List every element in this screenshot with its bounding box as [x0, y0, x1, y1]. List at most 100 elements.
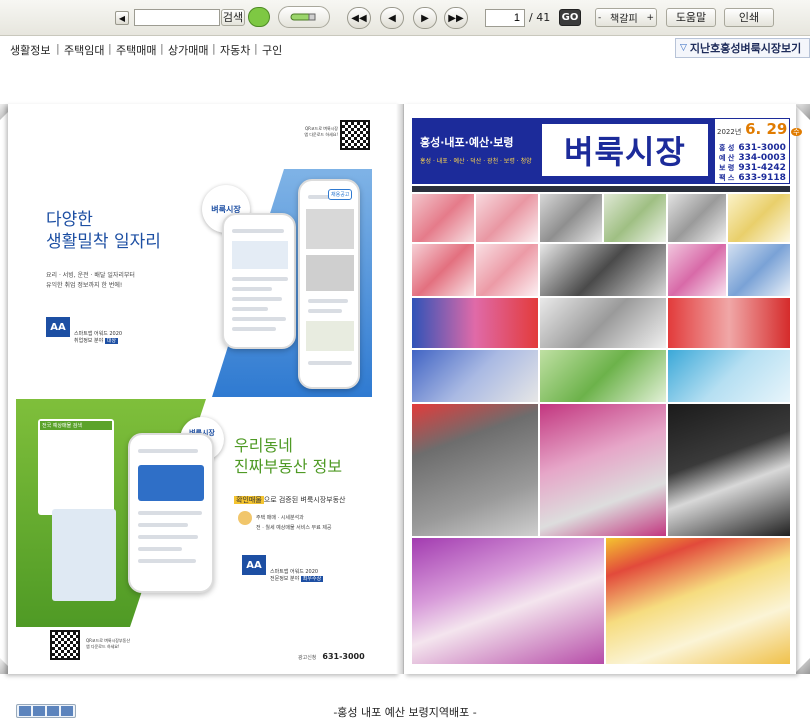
toggle-view-button[interactable]: [278, 6, 330, 28]
masthead-title: 벼룩시장: [564, 133, 686, 171]
jobs-ad: 다양한 생활밀착 일자리 요리 · 서빙, 운전 · 배달 일자리부터 유익한 …: [16, 169, 372, 397]
classified-ad[interactable]: [540, 244, 666, 296]
classified-ad[interactable]: [668, 244, 726, 296]
ad-phone: 광고신청 631-3000: [298, 652, 365, 661]
classified-ad[interactable]: [540, 350, 666, 402]
subline: 으로 검증된 벼룩시장부동산: [263, 496, 346, 504]
award-tag: 최우수상: [300, 576, 324, 582]
ad-body: 요리 · 서빙, 운전 · 배달 일자리부터 유익한 취업 정보까지 한 번에!: [46, 271, 135, 291]
menu-item-house-rent[interactable]: 주택임대: [64, 42, 104, 58]
classified-ad[interactable]: [668, 194, 726, 242]
classified-ad[interactable]: [728, 244, 790, 296]
last-page-icon[interactable]: ▶▶: [444, 7, 468, 29]
help-button[interactable]: 도움말: [666, 8, 716, 27]
award-line: 취업정보 분야: [74, 338, 104, 344]
body-line: 요리 · 서빙, 운전 · 배달 일자리부터: [46, 272, 135, 279]
issue-day: 수: [791, 128, 802, 136]
classified-ad[interactable]: [668, 404, 790, 536]
classified-ad[interactable]: [540, 298, 666, 348]
page-curl-bottom-right[interactable]: [794, 658, 810, 674]
menu-separator: |: [212, 42, 216, 55]
contact-row: 보 령 931-4242: [719, 163, 786, 173]
award-line: 스마트앱 어워드 2020: [270, 569, 319, 575]
classified-ad[interactable]: [540, 404, 666, 536]
next-page-icon[interactable]: ▶: [413, 7, 437, 29]
issue-date-md: 6. 29: [745, 120, 788, 138]
menu-item-car[interactable]: 자동차: [220, 42, 250, 58]
classified-ad[interactable]: [668, 350, 790, 402]
classified-ad[interactable]: [540, 194, 602, 242]
headline-line-1: 우리동네: [234, 436, 293, 455]
search-button[interactable]: 검색: [221, 9, 245, 26]
qr-caption-bottom: QR코드로 벼룩시장부동산 앱 다운로드 하세요!: [86, 638, 130, 650]
menu-item-house-sale[interactable]: 주택매매: [116, 42, 156, 58]
bullet-line: 주택 매매 · 시세분석과: [256, 515, 304, 521]
qr-code-bottom: [50, 630, 80, 660]
prev-page-icon[interactable]: ◀: [380, 7, 404, 29]
search-input[interactable]: [134, 9, 220, 26]
award-line: 전문정보 분야: [270, 576, 300, 582]
go-button[interactable]: GO: [559, 9, 581, 26]
issue-year: 2022년: [717, 128, 742, 136]
map-card: 전국 예상매물 검색: [38, 419, 114, 515]
classified-ad[interactable]: [606, 538, 790, 664]
qr-caption-line: 앱 다운로드 하세요!: [86, 644, 120, 649]
highlight-icon[interactable]: [248, 7, 270, 27]
index-ticker: [412, 186, 790, 192]
phone-mockup: [298, 179, 360, 389]
phone-label: 광고신청: [298, 655, 317, 661]
highlight-tag: 확인매물: [234, 496, 264, 504]
menu-item-living[interactable]: 생활정보: [10, 42, 50, 58]
classified-ad[interactable]: [412, 194, 474, 242]
category-menu: 생활정보 | 주택임대 | 주택매매 | 상가매매 | 자동차 | 구인 ▽ 지…: [0, 38, 810, 62]
viewer-toolbar: ◀ 검색 ◀◀ ◀ ▶ ▶▶ / 41 GO - 책갈피 + 도움말 인쇄: [0, 0, 810, 36]
classified-ad[interactable]: [476, 244, 538, 296]
contact-row: 팩 스 633-9118: [719, 173, 786, 183]
page-curl-top-right[interactable]: [794, 104, 810, 120]
triangle-down-icon: ▽: [680, 43, 687, 53]
bookmark-minus-button[interactable]: -: [598, 13, 601, 23]
realestate-ad: 전국 예상매물 검색 벼룩시장 부동산 우리동네 진짜부동산 정보: [16, 399, 372, 627]
award-tag: 대상: [104, 338, 118, 344]
classified-ad[interactable]: [476, 194, 538, 242]
bookmark-plus-button[interactable]: +: [646, 13, 654, 23]
classified-ad[interactable]: [412, 298, 538, 348]
map-card: [52, 509, 116, 601]
bookmark-control[interactable]: - 책갈피 +: [595, 8, 657, 27]
classified-ad[interactable]: [604, 194, 666, 242]
print-button[interactable]: 인쇄: [724, 8, 774, 27]
contact-row: 예 산 334-0003: [719, 153, 786, 163]
viewer-footer: -홍성 내포 예산 보령지역배포 -: [0, 700, 810, 720]
classified-ad[interactable]: [412, 538, 604, 664]
map-label: 전국 예상매물 검색: [40, 421, 112, 430]
phone-mockup: [222, 213, 296, 349]
menu-separator: |: [56, 42, 60, 55]
masthead-info: 2022년 6. 29 수 홍 성 631-3000 예 산 334-0003 보 …: [714, 118, 802, 184]
headline-line-2: 생활밀착 일자리: [46, 232, 161, 252]
masthead-title-box: 벼룩시장: [542, 124, 708, 176]
flipbook-stage: QR코드로 벼룩시장 앱 다운로드 하세요! 다양한 생활밀착 일자리 요리 ·…: [0, 96, 810, 686]
pen-icon: [290, 13, 316, 21]
ad-headline: 우리동네 진짜부동산 정보: [234, 435, 342, 477]
scroll-left-icon[interactable]: ◀: [115, 11, 129, 25]
past-issue-label: 지난호홍성벼룩시장보기: [689, 42, 802, 55]
first-page-icon[interactable]: ◀◀: [347, 7, 371, 29]
masthead-sub: 홍성 · 내포 · 예산 · 덕산 · 광천 · 보령 · 청양: [420, 158, 532, 165]
past-issue-button[interactable]: ▽ 지난호홍성벼룩시장보기: [675, 38, 810, 58]
menu-item-jobs[interactable]: 구인: [262, 42, 282, 58]
contact-row: 홍 성 631-3000: [719, 143, 786, 153]
menu-separator: |: [108, 42, 112, 55]
classified-ad[interactable]: [412, 244, 474, 296]
award-text: 스마트앱 어워드 2020 취업정보 분야 대상: [74, 331, 122, 345]
left-page[interactable]: QR코드로 벼룩시장 앱 다운로드 하세요! 다양한 생활밀착 일자리 요리 ·…: [8, 104, 400, 674]
classified-ad[interactable]: [412, 350, 538, 402]
classified-ad[interactable]: [412, 404, 538, 536]
page-number-input[interactable]: [485, 9, 525, 27]
medal-icon: [238, 511, 252, 525]
qr-caption-top: QR코드로 벼룩시장 앱 다운로드 하세요!: [294, 126, 338, 138]
issue-date: 2022년 6. 29 수: [717, 120, 802, 138]
menu-item-shop-sale[interactable]: 상가매매: [168, 42, 208, 58]
classified-ad[interactable]: [728, 194, 790, 242]
classified-ad[interactable]: [668, 298, 790, 348]
right-page[interactable]: 홍성·내포·예산·보령 홍성 · 내포 · 예산 · 덕산 · 광천 · 보령 …: [404, 104, 802, 674]
